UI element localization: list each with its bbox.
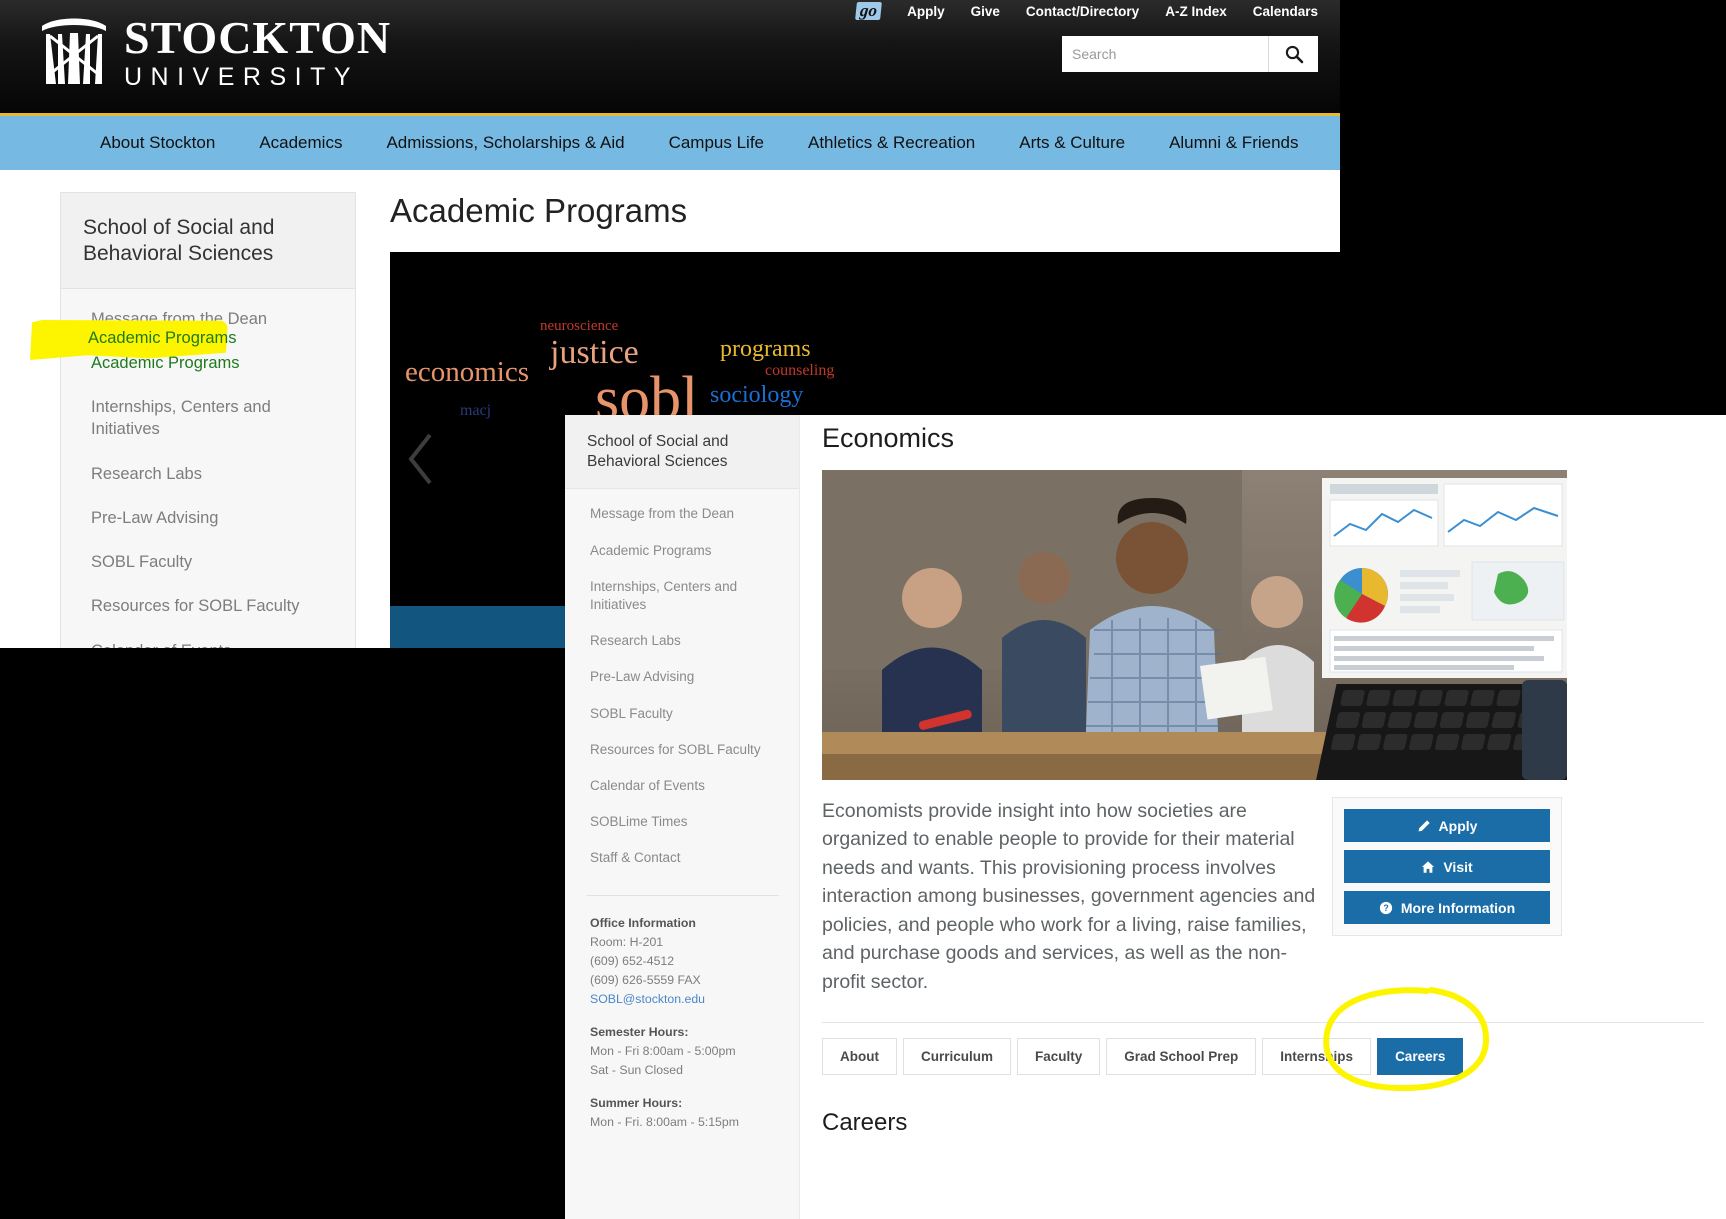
office-phone: (609) 652-4512 (590, 953, 675, 968)
office-information-block: Office Information Room: H-201 (609) 652… (565, 914, 799, 1132)
bg-sidebar-list: Message from the Dean Academic Programs … (61, 289, 355, 649)
home-icon (1422, 860, 1435, 873)
bg-sidebar-item-internships-centers-initiatives[interactable]: Internships, Centers and Initiatives (61, 385, 355, 452)
search-input[interactable] (1062, 36, 1268, 72)
overlay-main-content: Economics Economists provide insight int… (800, 415, 1726, 1219)
classroom-photo-illustration (822, 470, 1567, 780)
question-circle-icon: ? (1379, 901, 1392, 914)
sidebar-divider (587, 894, 779, 896)
magnifier-icon (1285, 45, 1303, 64)
bg-sidebar-item-pre-law-advising[interactable]: Pre-Law Advising (61, 496, 355, 540)
overlay-sidebar-item-pre-law-advising[interactable]: Pre-Law Advising (565, 659, 799, 695)
logo-subtitle: UNIVERSITY (124, 63, 360, 92)
section-heading-careers: Careers (822, 1109, 908, 1137)
summer-hours-heading: Summer Hours: (590, 1096, 683, 1111)
word-cloud-term-counseling: counseling (765, 362, 835, 379)
program-title: Economics (822, 423, 955, 453)
overlay-sidebar-item-sobl-faculty[interactable]: SOBL Faculty (565, 696, 799, 732)
pencil-icon (1418, 819, 1430, 831)
nav-academics[interactable]: Academics (259, 133, 342, 153)
overlay-sidebar-item-soblime-times[interactable]: SOBLime Times (565, 804, 799, 840)
bg-sidebar-item-research-labs[interactable]: Research Labs (61, 452, 355, 496)
overlay-browser-page: School of Social and Behavioral Sciences… (565, 415, 1726, 1219)
tab-about[interactable]: About (822, 1038, 897, 1076)
apply-button[interactable]: Apply (1344, 809, 1550, 842)
overlay-sidebar-heading: School of Social and Behavioral Sciences (565, 415, 799, 490)
office-fax: (609) 626-5559 FAX (590, 972, 701, 987)
tab-faculty[interactable]: Faculty (1017, 1038, 1101, 1076)
tabs-divider (822, 1022, 1704, 1024)
bg-sidebar-item-resources-for-sobl-faculty[interactable]: Resources for SOBL Faculty (61, 584, 355, 628)
site-logo[interactable]: STOCKTON UNIVERSITY (36, 12, 391, 93)
nav-admissions[interactable]: Admissions, Scholarships & Aid (386, 133, 624, 153)
overlay-sidebar-item-research-labs[interactable]: Research Labs (565, 623, 799, 659)
bg-sidebar: School of Social and Behavioral Sciences… (60, 192, 356, 648)
word-cloud-term-macj: macj (460, 402, 492, 419)
semester-hours-weekend: Sat - Sun Closed (590, 1063, 683, 1078)
util-link-calendars[interactable]: Calendars (1253, 4, 1318, 19)
page-title: Academic Programs (390, 192, 688, 229)
screenshot-stage: STOCKTON UNIVERSITY go Apply Give Contac… (0, 0, 1726, 1219)
tab-curriculum[interactable]: Curriculum (902, 1038, 1011, 1076)
primary-nav: About Stockton Academics Admissions, Sch… (0, 116, 1340, 170)
program-description: Economists provide insight into how soci… (822, 800, 1316, 993)
nav-alumni-friends[interactable]: Alumni & Friends (1169, 133, 1298, 153)
search-bar (1062, 36, 1318, 72)
overlay-sidebar-item-calendar-of-events[interactable]: Calendar of Events (565, 768, 799, 804)
util-link-apply[interactable]: Apply (907, 4, 945, 19)
action-button-panel: Apply Visit ? More Information (1332, 797, 1562, 936)
word-cloud-term-programs: programs (720, 336, 811, 362)
summer-hours-weekday: Mon - Fri. 8:00am - 5:15pm (590, 1115, 739, 1130)
office-email-link[interactable]: SOBL@stockton.edu (590, 992, 705, 1006)
nav-arts-culture[interactable]: Arts & Culture (1019, 133, 1125, 153)
bg-sidebar-item-academic-programs[interactable]: Academic Programs (61, 341, 355, 385)
util-link-give[interactable]: Give (971, 4, 1000, 19)
nav-athletics[interactable]: Athletics & Recreation (808, 133, 975, 153)
more-information-button[interactable]: ? More Information (1344, 891, 1550, 924)
overlay-sidebar-item-message-from-the-dean[interactable]: Message from the Dean (565, 496, 799, 532)
util-link-a-z-index[interactable]: A-Z Index (1165, 4, 1227, 19)
bg-sidebar-heading: School of Social and Behavioral Sciences (61, 193, 355, 289)
util-link-contact-directory[interactable]: Contact/Directory (1026, 4, 1139, 19)
utility-nav: go Apply Give Contact/Directory A-Z Inde… (855, 0, 1318, 22)
site-masthead: STOCKTON UNIVERSITY go Apply Give Contac… (0, 0, 1340, 116)
semester-hours-heading: Semester Hours: (590, 1024, 689, 1039)
apply-button-label: Apply (1438, 817, 1478, 834)
nav-about-stockton[interactable]: About Stockton (100, 133, 215, 153)
search-button[interactable] (1268, 36, 1318, 72)
tab-grad-school-prep[interactable]: Grad School Prep (1106, 1038, 1257, 1076)
bg-sidebar-item-calendar-of-events[interactable]: Calendar of Events (61, 629, 355, 648)
bg-sidebar-item-message-from-the-dean[interactable]: Message from the Dean (61, 297, 355, 341)
overlay-sidebar-item-academic-programs[interactable]: Academic Programs (565, 533, 799, 569)
program-tabs: About Curriculum Faculty Grad School Pre… (822, 1038, 1726, 1076)
chevron-left-icon[interactable] (404, 430, 438, 488)
tab-careers[interactable]: Careers (1377, 1038, 1464, 1076)
overlay-sidebar-item-resources-for-sobl-faculty[interactable]: Resources for SOBL Faculty (565, 732, 799, 768)
svg-text:?: ? (1383, 903, 1388, 913)
overlay-sidebar-item-internships-centers-initiatives[interactable]: Internships, Centers and Initiatives (565, 569, 799, 623)
overlay-sidebar-item-staff-contact[interactable]: Staff & Contact (565, 840, 799, 876)
overlay-sidebar-list: Message from the Dean Academic Programs … (565, 489, 799, 880)
program-hero-photo (822, 470, 1567, 780)
description-and-actions: Economists provide insight into how soci… (822, 797, 1726, 996)
overlay-sidebar: School of Social and Behavioral Sciences… (565, 415, 800, 1219)
visit-button-label: Visit (1443, 858, 1473, 875)
office-room: Room: H-201 (590, 934, 664, 949)
nav-campus-life[interactable]: Campus Life (669, 133, 764, 153)
word-cloud-term-economics: economics (405, 356, 530, 388)
semester-hours-weekday: Mon - Fri 8:00am - 5:00pm (590, 1043, 736, 1058)
bg-sidebar-item-sobl-faculty[interactable]: SOBL Faculty (61, 540, 355, 584)
stockton-tree-logo-icon (42, 18, 106, 84)
word-cloud-term-sociology: sociology (710, 382, 804, 408)
more-information-button-label: More Information (1400, 899, 1516, 916)
logo-title: STOCKTON (124, 12, 392, 63)
word-cloud-term-neuroscience: neuroscience (540, 318, 619, 334)
tab-internships[interactable]: Internships (1262, 1038, 1372, 1076)
office-info-heading: Office Information (590, 915, 696, 930)
go-badge-icon[interactable]: go (855, 1, 883, 20)
visit-button[interactable]: Visit (1344, 850, 1550, 883)
